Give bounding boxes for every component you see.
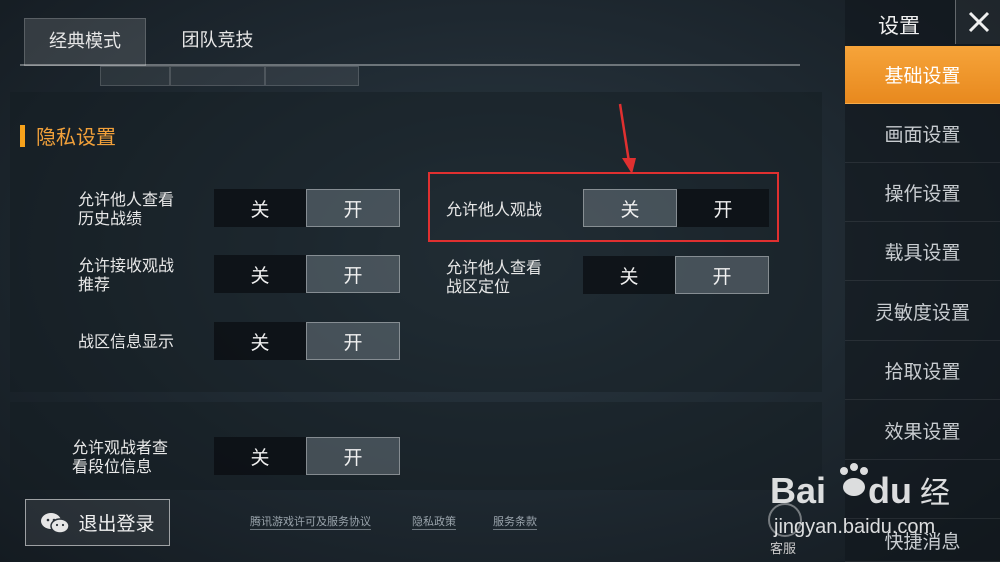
logout-button[interactable]: 退出登录 [25,499,170,546]
setting-label-zone-location: 允许他人查看 战区定位 [446,258,543,296]
svg-text:Bai: Bai [770,470,826,511]
section-accent-bar [20,125,25,147]
red-arrow-icon [618,103,636,174]
toggle-on-button[interactable]: 开 [675,256,769,294]
svg-text:du: du [868,470,912,511]
sidebar-item-pickup[interactable]: 拾取设置 [845,342,1000,400]
partial-option-button[interactable] [170,66,265,86]
privacy-policy-link[interactable]: 隐私政策 [412,513,456,530]
toggle-on-button[interactable]: 开 [306,322,400,360]
toggle-history: 关 开 [214,189,400,227]
setting-label-rank-info: 允许观战者查 看段位信息 [72,438,169,476]
sidebar-item-graphics[interactable]: 画面设置 [845,105,1000,163]
toggle-on-button[interactable]: 开 [306,255,400,293]
setting-label-history: 允许他人查看 历史战绩 [78,190,175,228]
toggle-spectate-recommend: 关 开 [214,255,400,293]
sidebar-item-controls[interactable]: 操作设置 [845,164,1000,222]
setting-label-spectate-recommend: 允许接收观战 推荐 [78,256,175,294]
toggle-rank-info: 关 开 [214,437,400,475]
toggle-off-button[interactable]: 关 [583,256,675,294]
section-title: 隐私设置 [36,125,116,149]
wechat-icon [41,512,71,534]
mode-tabs: 经典模式 团队竞技 [20,18,800,66]
highlight-box [428,172,779,242]
toggle-zone-location: 关 开 [583,256,769,294]
svg-text:经: 经 [920,476,950,511]
sidebar-item-effects[interactable]: 效果设置 [845,402,1000,460]
tab-team-arena[interactable]: 团队竞技 [170,18,265,64]
toggle-on-button[interactable]: 开 [306,189,400,227]
baidu-watermark-logo: Bai du 经 jingyan.baidu.com [770,463,950,538]
sidebar-item-vehicle[interactable]: 载具设置 [845,223,1000,281]
close-button[interactable] [955,0,1000,44]
setting-label-zone-info: 战区信息显示 [78,332,175,351]
partial-option-button[interactable] [265,66,359,86]
close-icon [968,11,989,33]
toggle-off-button[interactable]: 关 [214,189,306,227]
sidebar-item-basic[interactable]: 基础设置 [845,46,1000,104]
sidebar-item-sensitivity[interactable]: 灵敏度设置 [845,283,1000,341]
sidebar-title: 设置 [878,14,920,38]
toggle-off-button[interactable]: 关 [214,255,306,293]
partial-option-button[interactable] [100,66,170,86]
terms-link[interactable]: 服务条款 [493,513,537,530]
svg-text:jingyan.baidu.com: jingyan.baidu.com [773,516,935,538]
license-link[interactable]: 腾讯游戏许可及服务协议 [250,513,371,530]
toggle-zone-info: 关 开 [214,322,400,360]
toggle-off-button[interactable]: 关 [214,437,306,475]
tab-classic-mode[interactable]: 经典模式 [24,18,146,66]
toggle-on-button[interactable]: 开 [306,437,400,475]
logout-label: 退出登录 [78,513,155,535]
toggle-off-button[interactable]: 关 [214,322,306,360]
